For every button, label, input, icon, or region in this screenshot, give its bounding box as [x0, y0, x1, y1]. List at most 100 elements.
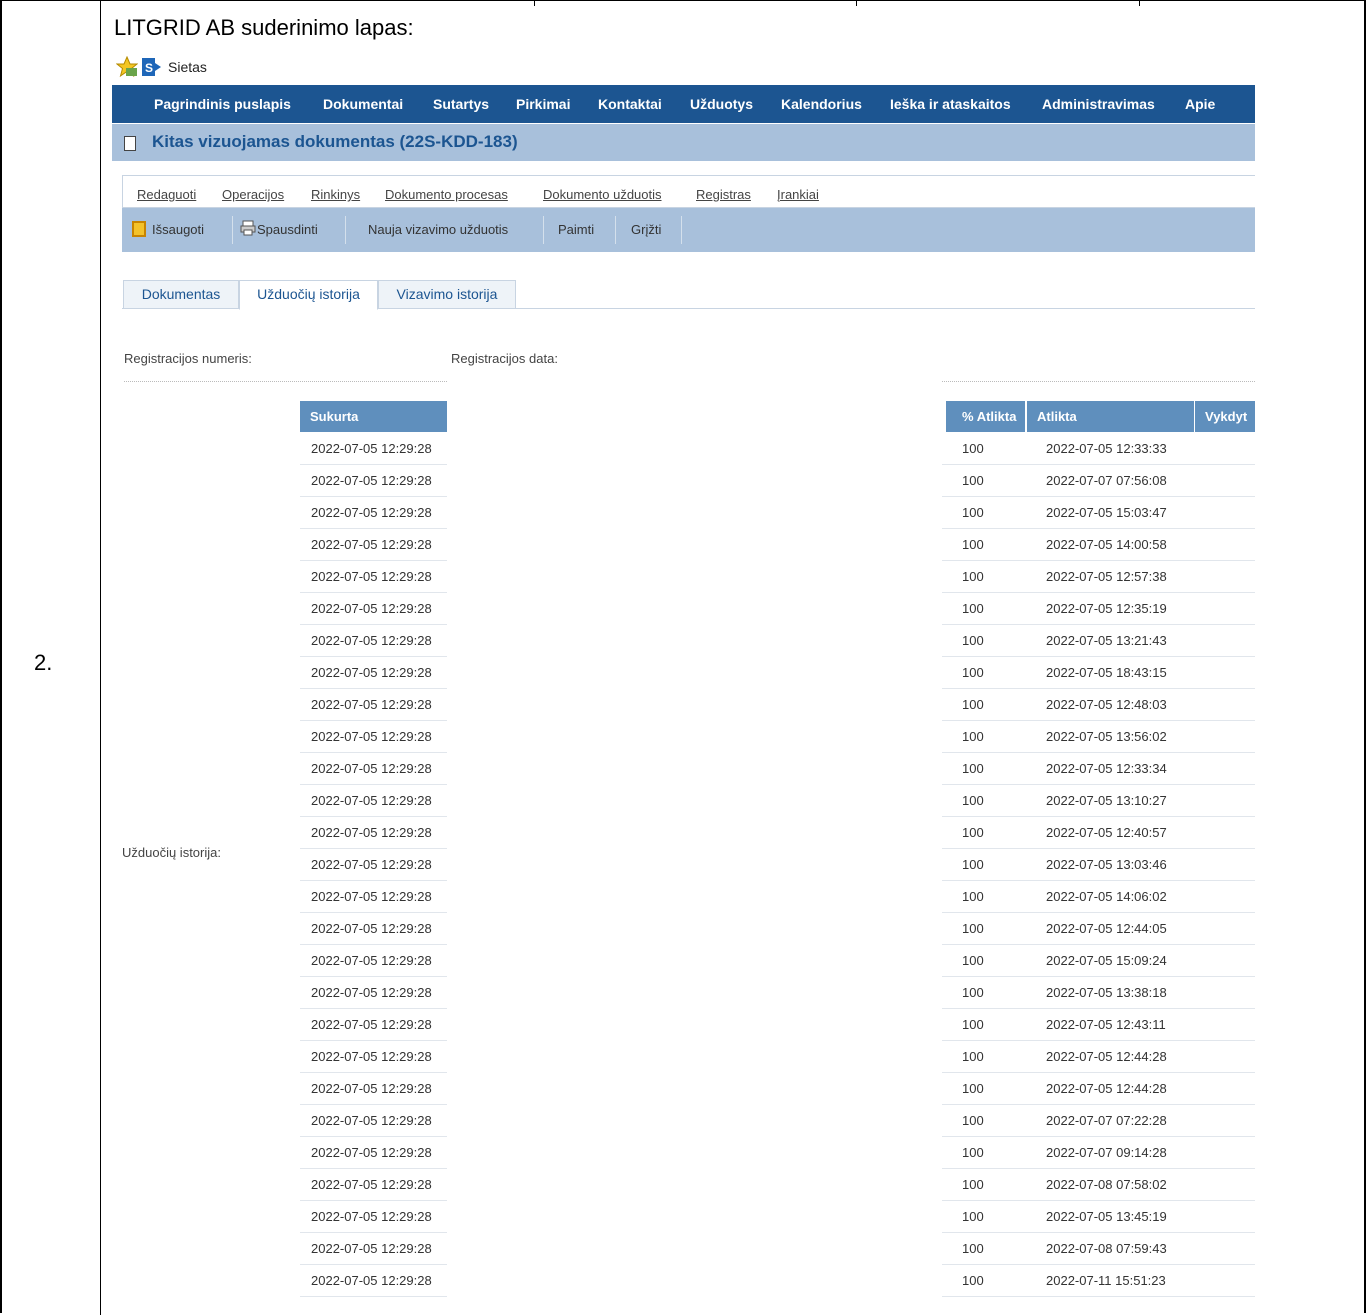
- row-divider: [300, 752, 447, 753]
- menu-edit[interactable]: Redaguoti: [137, 187, 196, 202]
- tab-task-history[interactable]: Užduočių istorija: [239, 280, 378, 310]
- new-approval-task-button[interactable]: Nauja vizavimo užduotis: [368, 222, 508, 237]
- cell-percent-done: 100: [962, 1113, 984, 1128]
- row-divider: [300, 464, 447, 465]
- row-divider: [300, 592, 447, 593]
- row-divider: [942, 592, 1255, 593]
- cell-created: 2022-07-05 12:29:28: [311, 889, 432, 904]
- save-button[interactable]: Išsaugoti: [152, 222, 204, 237]
- menu-set[interactable]: Rinkinys: [311, 187, 360, 202]
- cell-created: 2022-07-05 12:29:28: [311, 441, 432, 456]
- cell-done: 2022-07-05 12:33:33: [1046, 441, 1167, 456]
- row-divider: [300, 1264, 447, 1265]
- cell-done: 2022-07-05 14:00:58: [1046, 537, 1167, 552]
- cell-created: 2022-07-05 12:29:28: [311, 921, 432, 936]
- row-divider: [300, 848, 447, 849]
- row-divider: [300, 976, 447, 977]
- cell-done: 2022-07-05 12:35:19: [1046, 601, 1167, 616]
- column-header-executor[interactable]: Vykdyt: [1194, 401, 1255, 432]
- row-divider: [942, 528, 1255, 529]
- row-divider: [942, 496, 1255, 497]
- cell-percent-done: 100: [962, 1177, 984, 1192]
- site-name-link[interactable]: Sietas: [168, 59, 207, 75]
- cell-created: 2022-07-05 12:29:28: [311, 1049, 432, 1064]
- cell-percent-done: 100: [962, 1241, 984, 1256]
- take-button[interactable]: Paimti: [558, 222, 594, 237]
- back-button[interactable]: Grįžti: [631, 222, 661, 237]
- cell-created: 2022-07-05 12:29:28: [311, 1177, 432, 1192]
- registration-number-label: Registracijos numeris:: [124, 351, 252, 366]
- action-menu: Redaguoti Operacijos Rinkinys Dokumento …: [122, 175, 1255, 208]
- menu-document-task[interactable]: Dokumento užduotis: [543, 187, 662, 202]
- row-divider: [300, 1200, 447, 1201]
- cell-created: 2022-07-05 12:29:28: [311, 1145, 432, 1160]
- cell-created: 2022-07-05 12:29:28: [311, 569, 432, 584]
- row-divider: [942, 816, 1255, 817]
- nav-item-search-reports[interactable]: Ieška ir ataskaitos: [890, 96, 1011, 112]
- document-icon: [124, 136, 136, 151]
- tab-approval-history[interactable]: Vizavimo istorija: [378, 280, 516, 309]
- table-tick: [534, 0, 535, 6]
- cell-created: 2022-07-05 12:29:28: [311, 985, 432, 1000]
- nav-item-contacts[interactable]: Kontaktai: [598, 96, 662, 112]
- star-icon[interactable]: [115, 55, 139, 78]
- row-divider: [300, 624, 447, 625]
- cell-created: 2022-07-05 12:29:28: [311, 537, 432, 552]
- row-divider: [942, 1072, 1255, 1073]
- row-divider: [300, 1136, 447, 1137]
- tab-document[interactable]: Dokumentas: [123, 280, 239, 309]
- row-divider: [300, 1296, 447, 1297]
- cell-percent-done: 100: [962, 729, 984, 744]
- cell-done: 2022-07-08 07:59:43: [1046, 1241, 1167, 1256]
- nav-item-contracts[interactable]: Sutartys: [433, 96, 489, 112]
- column-header-done[interactable]: Atlikta: [1026, 401, 1194, 432]
- cell-percent-done: 100: [962, 985, 984, 1000]
- cell-percent-done: 100: [962, 761, 984, 776]
- table-tick: [856, 0, 857, 6]
- cell-percent-done: 100: [962, 1145, 984, 1160]
- nav-item-documents[interactable]: Dokumentai: [323, 96, 403, 112]
- nav-item-about[interactable]: Apie: [1185, 96, 1215, 112]
- row-divider: [942, 976, 1255, 977]
- cell-percent-done: 100: [962, 1017, 984, 1032]
- column-header-created[interactable]: Sukurta: [300, 401, 447, 432]
- save-icon[interactable]: [132, 221, 146, 237]
- row-divider: [942, 720, 1255, 721]
- menu-operations[interactable]: Operacijos: [222, 187, 284, 202]
- nav-item-home[interactable]: Pagrindinis puslapis: [154, 96, 291, 112]
- row-divider: [942, 1168, 1255, 1169]
- cell-done: 2022-07-05 12:33:34: [1046, 761, 1167, 776]
- cell-done: 2022-07-05 12:40:57: [1046, 825, 1167, 840]
- cell-done: 2022-07-07 07:56:08: [1046, 473, 1167, 488]
- table-tick: [1139, 0, 1140, 6]
- cell-done: 2022-07-05 13:10:27: [1046, 793, 1167, 808]
- row-divider: [300, 784, 447, 785]
- cell-created: 2022-07-05 12:29:28: [311, 1273, 432, 1288]
- row-divider: [300, 1040, 447, 1041]
- toolbar-separator: [615, 216, 616, 244]
- menu-register[interactable]: Registras: [696, 187, 751, 202]
- cell-done: 2022-07-05 12:57:38: [1046, 569, 1167, 584]
- print-button[interactable]: Spausdinti: [257, 222, 318, 237]
- toolbar-separator: [681, 216, 682, 244]
- row-divider: [300, 1104, 447, 1105]
- cell-created: 2022-07-05 12:29:28: [311, 697, 432, 712]
- cell-done: 2022-07-05 13:03:46: [1046, 857, 1167, 872]
- column-header-percent-done[interactable]: % Atlikta: [942, 401, 1025, 432]
- cell-done: 2022-07-08 07:58:02: [1046, 1177, 1167, 1192]
- menu-document-process[interactable]: Dokumento procesas: [385, 187, 508, 202]
- nav-item-administration[interactable]: Administravimas: [1042, 96, 1155, 112]
- embedded-screenshot: S Sietas Pagrindinis puslapis Dokumentai…: [112, 50, 1255, 1312]
- cell-created: 2022-07-05 12:29:28: [311, 665, 432, 680]
- nav-item-calendar[interactable]: Kalendorius: [781, 96, 862, 112]
- row-divider: [942, 1296, 1255, 1297]
- nav-item-tasks[interactable]: Užduotys: [690, 96, 753, 112]
- cell-done: 2022-07-07 07:22:28: [1046, 1113, 1167, 1128]
- row-divider: [300, 1168, 447, 1169]
- menu-tools[interactable]: Įrankiai: [777, 187, 819, 202]
- nav-item-procurement[interactable]: Pirkimai: [516, 96, 570, 112]
- row-divider: [300, 1008, 447, 1009]
- row-divider: [300, 688, 447, 689]
- row-divider: [300, 944, 447, 945]
- printer-icon[interactable]: [240, 220, 256, 236]
